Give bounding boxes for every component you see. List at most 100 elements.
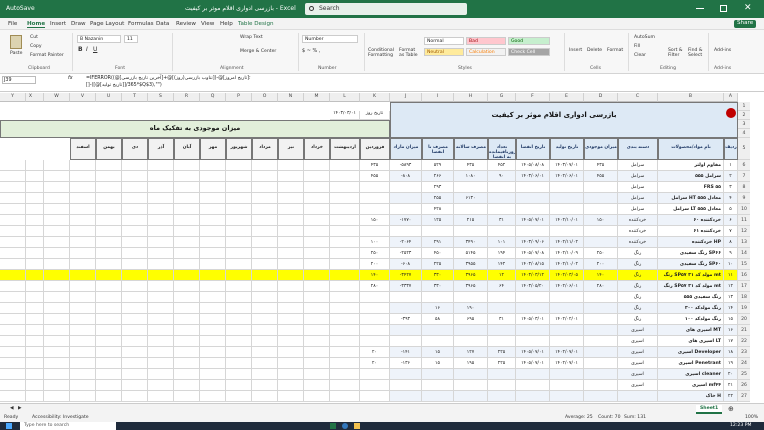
cell-month-11-2[interactable] [96,171,122,182]
tab-data[interactable]: Data [156,21,169,27]
cell-month-1-4[interactable] [360,193,390,204]
cell-n-7[interactable]: ۷ [724,226,738,237]
column-header-G[interactable]: G [488,93,516,102]
cell-use-18[interactable]: ۱۵ [422,347,454,358]
cell-month-6-17[interactable] [226,336,252,347]
tab-insert[interactable]: Insert [50,21,66,27]
cell-prod-13[interactable] [550,292,584,303]
cell-month-12-13[interactable] [70,292,96,303]
row-header-9[interactable]: 9 [738,193,750,204]
cell-surplus-19[interactable]: -۱۳۶ [390,358,422,369]
style-normal[interactable]: Normal [424,37,464,45]
cell-month-5-20[interactable] [252,369,278,380]
tab-file[interactable]: File [8,21,17,27]
cell-month-1-18[interactable]: ۲۰ [360,347,390,358]
cell-month-15-7[interactable] [0,226,26,237]
folder-app-icon[interactable] [354,423,360,429]
cell-month-6-6[interactable] [226,215,252,226]
cell-month-3-8[interactable] [304,237,330,248]
font-size-select[interactable]: 11 [124,35,138,43]
cell-month-15-17[interactable] [0,336,26,347]
cell-month-6-18[interactable] [226,347,252,358]
cell-n-18[interactable]: ۱۸ [724,347,738,358]
cell-month-12-10[interactable] [70,259,96,270]
cell-year-18[interactable]: ۱۲۷ [454,347,488,358]
cell-name-16[interactable]: اسپری های MT [658,325,724,336]
cell-month-2-22[interactable] [330,391,360,402]
cell-month-8-20[interactable] [174,369,200,380]
cell-month-7-2[interactable] [200,171,226,182]
cell-month-15-15[interactable] [0,314,26,325]
cell-month-3-6[interactable] [304,215,330,226]
cell-month-2-5[interactable] [330,204,360,215]
month-header-5[interactable]: مرداد [252,138,278,160]
cell-name-1[interactable]: مقاوم اولتر [658,160,724,171]
cell-month-8-8[interactable] [174,237,200,248]
cell-month-3-22[interactable] [304,391,330,402]
scroll-right-icon[interactable]: ▶ [18,406,22,411]
cell-n-12[interactable]: ۱۲ [724,281,738,292]
maximize-icon[interactable] [720,5,727,12]
cell-month-10-1[interactable] [122,160,148,171]
column-header-V[interactable]: V [70,93,96,102]
paste-icon[interactable] [10,35,22,49]
format-as-table-button[interactable]: Format as Table [399,48,421,58]
cell-name-10[interactable]: رنگ سفیدی SP۶۰ [658,259,724,270]
column-header-A[interactable]: A [724,93,738,102]
cell-month-8-22[interactable] [174,391,200,402]
cell-name-21[interactable]: اسپری mf۴۴ [658,380,724,391]
cell-month-13-6[interactable] [44,215,70,226]
cell-month-4-12[interactable] [278,281,304,292]
cut-button[interactable]: Cut [30,35,38,40]
cell-month-7-1[interactable] [200,160,226,171]
cell-month-11-10[interactable] [96,259,122,270]
cell-month-12-2[interactable] [70,171,96,182]
cell-days-13[interactable] [488,292,516,303]
cell-cat-8[interactable]: خردکننده [618,237,658,248]
cell-qty-18[interactable] [584,347,618,358]
cell-prod-6[interactable]: ۱۴۰۲/۱۰/۰۱ [550,215,584,226]
cell-cat-7[interactable]: خردکننده [618,226,658,237]
cell-month-7-15[interactable] [200,314,226,325]
cell-exp-22[interactable] [516,391,550,402]
cell-cat-9[interactable]: رنگ [618,248,658,259]
row-header-26[interactable]: 26 [738,380,750,391]
cell-surplus-11[interactable]: -۳۴۲۷ [390,270,422,281]
cell-year-15[interactable]: ۶۹۵ [454,314,488,325]
cell-month-13-3[interactable] [44,182,70,193]
cell-use-4[interactable]: ۲۵۵ [422,193,454,204]
cell-prod-14[interactable] [550,303,584,314]
cell-name-18[interactable]: اسپری Developer [658,347,724,358]
cell-qty-3[interactable] [584,182,618,193]
cell-days-15[interactable]: ۳۱ [488,314,516,325]
table-header-5[interactable]: تاریخ تولید [550,138,584,160]
cell-cat-5[interactable]: سرامل [618,204,658,215]
cell-cat-15[interactable]: رنگ [618,314,658,325]
cell-days-8[interactable]: ۱۰۱ [488,237,516,248]
cell-month-10-9[interactable] [122,248,148,259]
cell-month-4-15[interactable] [278,314,304,325]
cell-n-8[interactable]: ۸ [724,237,738,248]
cell-month-1-14[interactable] [360,303,390,314]
cell-use-12[interactable]: ۳۳۰ [422,281,454,292]
cell-qty-14[interactable] [584,303,618,314]
cell-month-8-9[interactable] [174,248,200,259]
cell-month-2-9[interactable] [330,248,360,259]
row-header-15[interactable]: 15 [738,259,750,270]
cell-month-12-5[interactable] [70,204,96,215]
month-header-9[interactable]: آذر [148,138,174,160]
cell-month-7-22[interactable] [200,391,226,402]
cell-month-12-6[interactable] [70,215,96,226]
cell-days-19[interactable]: ۲۲۵ [488,358,516,369]
copy-button[interactable]: Copy [30,44,42,49]
cell-surplus-7[interactable] [390,226,422,237]
cell-month-15-14[interactable] [0,303,26,314]
row-header-25[interactable]: 25 [738,369,750,380]
column-header-B[interactable]: B [658,93,724,102]
underline-icon[interactable]: U [93,46,97,53]
cell-month-7-4[interactable] [200,193,226,204]
cell-month-3-9[interactable] [304,248,330,259]
cell-month-2-7[interactable] [330,226,360,237]
cell-days-22[interactable] [488,391,516,402]
cell-name-11[interactable]: رنگ SP۵۷ مولد کد ۳۱ mt [658,270,724,281]
